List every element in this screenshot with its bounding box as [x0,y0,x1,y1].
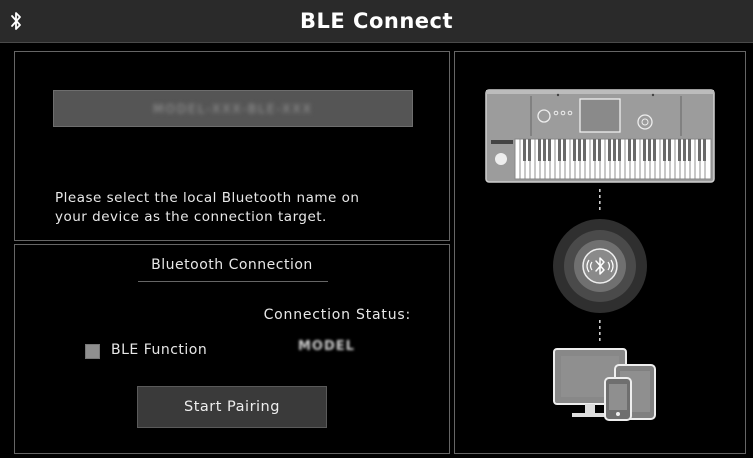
hint-text: Please select the local Bluetooth name o… [55,189,435,227]
connector-bottom [599,320,601,341]
device-name-value: MODEL-XXX-BLE-XXX [153,102,313,116]
connection-status-label: Connection Status: [263,307,411,323]
hint-line-2: your device as the connection target. [55,209,327,225]
connector-top [599,189,601,210]
bluetooth-broadcast-icon [553,219,647,313]
connection-status-value: MODEL [298,339,355,354]
title-bar: BLE Connect [0,0,753,43]
ble-function-label: BLE Function [111,342,208,358]
ble-connect-screen: BLE Connect MODEL-XXX-BLE-XXX Please sel… [0,0,753,458]
page-title: BLE Connect [299,9,453,33]
section-divider [138,281,328,282]
device-name-field: MODEL-XXX-BLE-XXX [53,90,413,127]
ble-function-checkbox[interactable] [85,344,100,359]
section-title: Bluetooth Connection [151,257,313,273]
illustration-panel [454,51,746,454]
device-name-panel: MODEL-XXX-BLE-XXX Please select the loca… [14,51,450,241]
start-pairing-button[interactable]: Start Pairing [137,386,327,428]
keyboard-illustration [485,89,715,183]
hint-line-1: Please select the local Bluetooth name o… [55,190,360,206]
bluetooth-connection-panel: Bluetooth Connection Connection Status: … [14,244,450,454]
devices-illustration [553,348,656,421]
illustration-canvas [485,89,715,421]
